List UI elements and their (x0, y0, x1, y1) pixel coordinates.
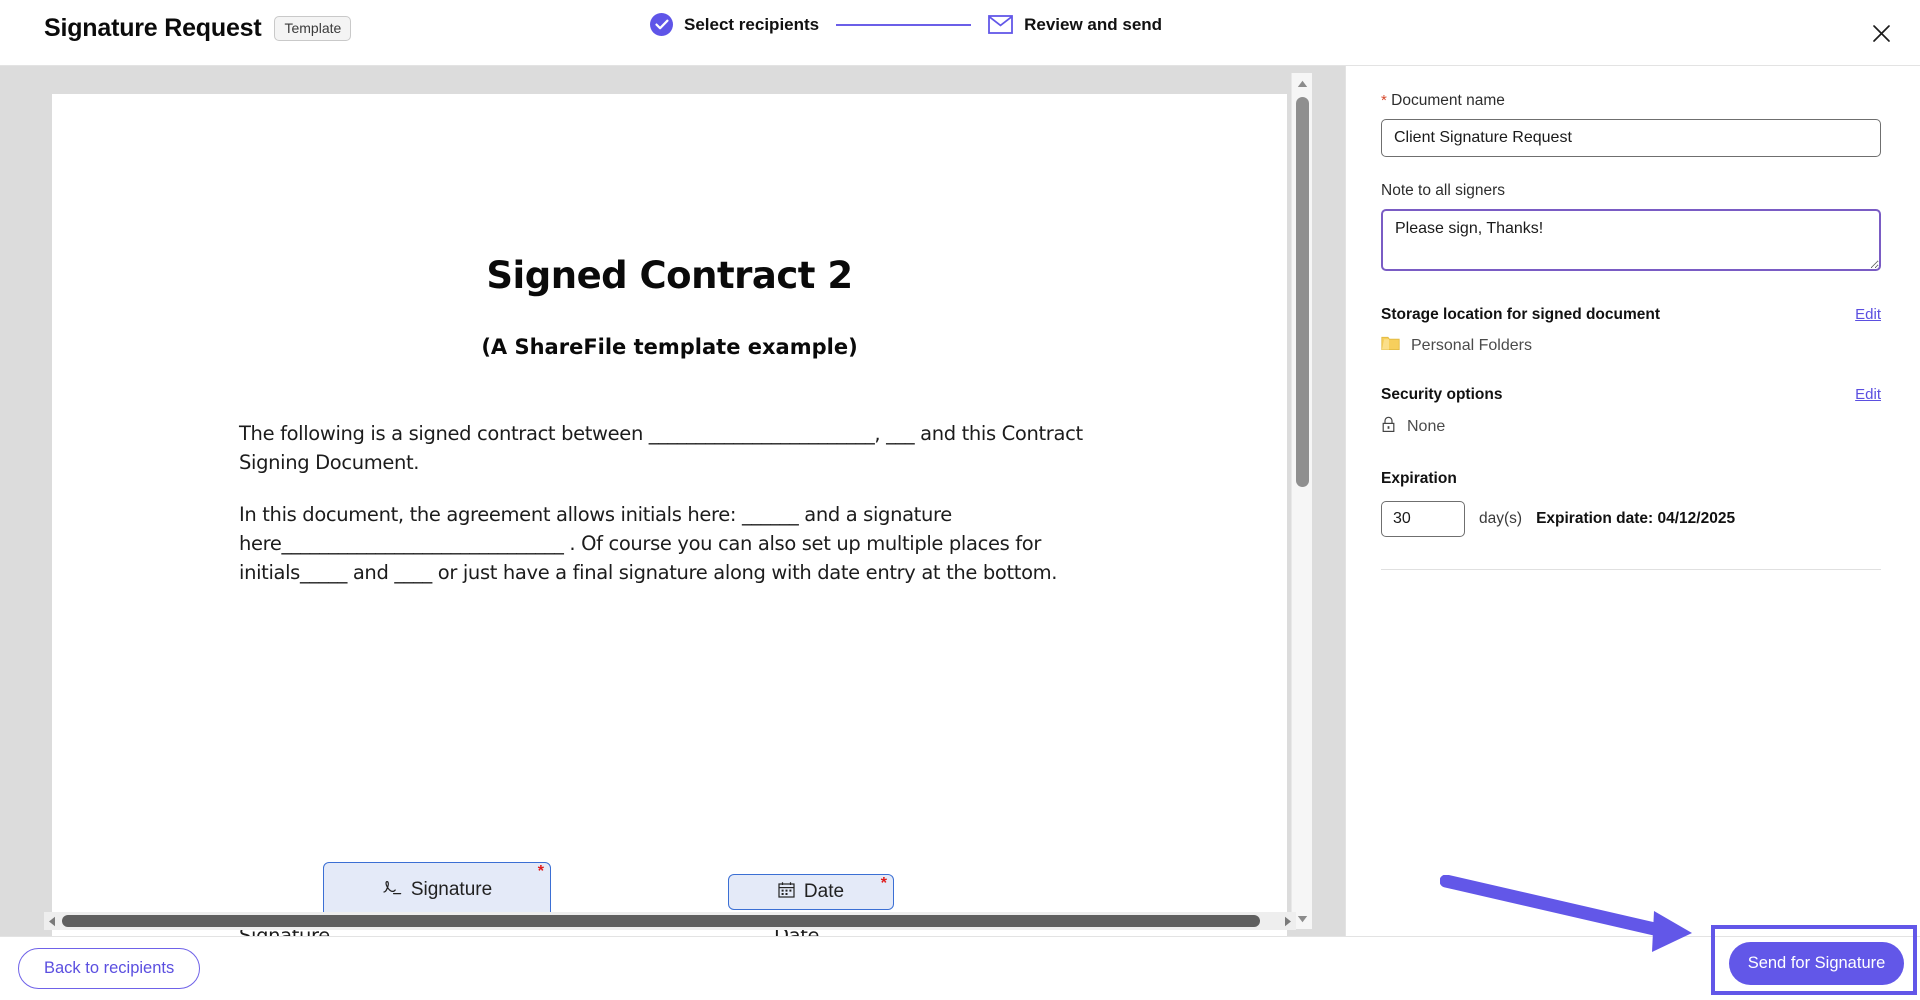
document-name-label-text: Document name (1391, 92, 1505, 109)
template-badge: Template (274, 16, 352, 41)
note-textarea[interactable] (1381, 209, 1881, 271)
expiration-days-unit: day(s) (1479, 510, 1523, 527)
storage-section-title: Storage location for signed document (1381, 306, 1661, 323)
expiration-row: day(s) Expiration date: 04/12/2025 (1381, 501, 1880, 537)
signature-pen-icon (382, 880, 402, 901)
expiration-date-text: Expiration date: 04/12/2025 (1536, 510, 1736, 527)
mail-icon (988, 15, 1014, 34)
step-label-review-and-send: Review and send (1024, 14, 1163, 34)
horizontal-scrollbar-thumb[interactable] (62, 915, 1260, 927)
vertical-scrollbar[interactable] (1291, 73, 1312, 929)
document-scroll-region[interactable]: Signed Contract 2 (A ShareFile template … (52, 94, 1287, 974)
send-button-highlight: Send for Signature (1711, 925, 1917, 995)
stepper-connector (836, 23, 972, 26)
document-subheading: (A ShareFile template example) (481, 335, 858, 359)
document-name-required-mark: * (1381, 92, 1387, 109)
storage-section-header: Storage location for signed document Edi… (1381, 306, 1881, 324)
modal-header: Signature Request Template Select recipi… (0, 0, 1920, 66)
expiration-section-title: Expiration (1381, 470, 1457, 487)
document-name-input[interactable] (1381, 119, 1881, 157)
settings-panel: * Document name Note to all signers Stor… (1345, 66, 1920, 936)
vertical-scrollbar-thumb[interactable] (1296, 97, 1309, 487)
date-field-label: Date (803, 881, 845, 902)
caret-left-icon[interactable] (44, 912, 60, 930)
security-section-title: Security options (1381, 386, 1503, 403)
storage-edit-link[interactable]: Edit (1855, 306, 1881, 323)
send-for-signature-button[interactable]: Send for Signature (1729, 942, 1904, 985)
date-field[interactable]: Date * (728, 874, 894, 910)
date-field-required-mark: * (880, 875, 887, 892)
document-viewer: Signed Contract 2 (A ShareFile template … (0, 66, 1345, 974)
signature-request-modal: Signature Request Template Select recipi… (0, 0, 1920, 1000)
security-edit-link[interactable]: Edit (1855, 386, 1881, 403)
security-section-header: Security options Edit (1381, 386, 1881, 404)
folder-icon (1381, 336, 1400, 356)
caret-up-icon[interactable] (1292, 73, 1313, 94)
document-heading: Signed Contract 2 (486, 254, 853, 297)
note-label: Note to all signers (1381, 182, 1506, 199)
modal-footer: Back to recipients Send for Signature (0, 925, 1920, 1000)
back-to-recipients-button[interactable]: Back to recipients (18, 948, 201, 989)
step-label-select-recipients: Select recipients (684, 14, 820, 34)
document-paragraph-2: In this document, the agreement allows i… (239, 503, 1058, 584)
panel-divider (1381, 569, 1881, 570)
check-circle-icon (650, 13, 673, 36)
step-review-and-send[interactable]: Review and send (988, 15, 1162, 35)
progress-stepper: Select recipients Review and send (650, 13, 1162, 36)
step-select-recipients[interactable]: Select recipients (650, 13, 819, 36)
document-paragraph-1: The following is a signed contract betwe… (239, 422, 1083, 474)
storage-value-row: Personal Folders (1381, 336, 1880, 356)
document-page: Signed Contract 2 (A ShareFile template … (52, 94, 1287, 974)
storage-value: Personal Folders (1411, 337, 1532, 354)
signature-field[interactable]: Signature * (323, 862, 551, 918)
signature-field-required-mark: * (537, 863, 544, 880)
lock-icon (1381, 416, 1396, 438)
security-value-row: None (1381, 416, 1880, 438)
close-icon[interactable] (1865, 17, 1897, 49)
signature-field-label: Signature (410, 879, 493, 900)
page-title: Signature Request (44, 14, 262, 42)
expiration-days-input[interactable] (1381, 501, 1465, 537)
calendar-icon (778, 881, 795, 903)
security-value: None (1407, 418, 1446, 435)
document-name-label: * Document name (1381, 92, 1880, 110)
caret-right-icon[interactable] (1280, 912, 1296, 930)
title-group: Signature Request Template (44, 14, 352, 43)
modal-body: Signed Contract 2 (A ShareFile template … (0, 66, 1920, 974)
horizontal-scrollbar[interactable] (44, 912, 1296, 930)
